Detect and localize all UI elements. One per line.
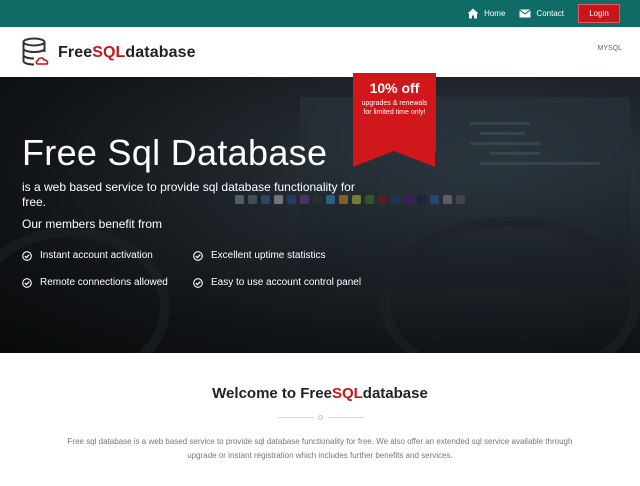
promo-description: upgrades & renewals for limited time onl… <box>361 100 428 116</box>
top-bar: Home Contact Login <box>0 0 640 27</box>
top-nav: Home Contact Login <box>467 4 620 23</box>
site-header: FreeSQLdatabase MYSQL <box>0 27 640 77</box>
hero-title: Free Sql Database <box>22 132 328 173</box>
home-link-label: Home <box>484 9 506 18</box>
feature-item: Remote connections allowed <box>22 277 168 288</box>
check-circle-icon <box>22 250 32 261</box>
feature-label: Remote connections allowed <box>40 277 168 288</box>
logo-suffix: database <box>125 44 196 61</box>
welcome-brand-a: Free <box>300 385 332 402</box>
feature-label: Easy to use account control panel <box>211 277 362 288</box>
login-button[interactable]: Login <box>578 4 620 23</box>
logo-accent: SQL <box>92 44 126 61</box>
check-circle-icon <box>193 250 203 261</box>
contact-link-label: Contact <box>536 9 564 18</box>
feature-item: Easy to use account control panel <box>193 277 361 288</box>
hero-benefit-heading: Our members benefit from <box>22 217 163 231</box>
promo-title: 10% off <box>369 80 420 96</box>
welcome-brand-accent: SQL <box>331 385 363 402</box>
nav-mysql-link[interactable]: MYSQL <box>597 45 622 52</box>
welcome-title: Welcome to FreeSQLdatabase <box>0 385 640 402</box>
hero-banner: Free Sql Database is a web based service… <box>0 77 640 353</box>
check-circle-icon <box>193 277 203 288</box>
database-cloud-icon <box>22 37 52 69</box>
check-circle-icon <box>22 277 32 288</box>
welcome-section: Welcome to FreeSQLdatabase Free sql data… <box>0 353 640 486</box>
logo-prefix: Free <box>58 44 93 61</box>
promo-ribbon[interactable]: 10% off upgrades & renewals for limited … <box>353 73 436 167</box>
welcome-title-prefix: Welcome to <box>212 385 301 402</box>
divider-line <box>278 417 314 418</box>
feature-label: Instant account activation <box>40 250 153 261</box>
divider-line <box>328 417 364 418</box>
contact-link[interactable]: Contact <box>519 8 564 19</box>
home-icon <box>467 8 479 19</box>
feature-label: Excellent uptime statistics <box>211 250 326 261</box>
hero-subtitle: is a web based service to provide sql da… <box>22 180 355 209</box>
feature-item: Instant account activation <box>22 250 153 261</box>
welcome-text: Free sql database is a web based service… <box>67 437 573 460</box>
divider-dot <box>318 415 323 420</box>
hero-overlay <box>0 77 640 353</box>
home-link[interactable]: Home <box>467 8 505 19</box>
site-logo[interactable]: FreeSQLdatabase <box>22 37 196 69</box>
feature-item: Excellent uptime statistics <box>193 250 326 261</box>
logo-text: FreeSQLdatabase <box>58 44 196 62</box>
welcome-brand-b: database <box>362 385 428 402</box>
envelope-icon <box>519 8 532 19</box>
section-divider <box>278 415 364 421</box>
